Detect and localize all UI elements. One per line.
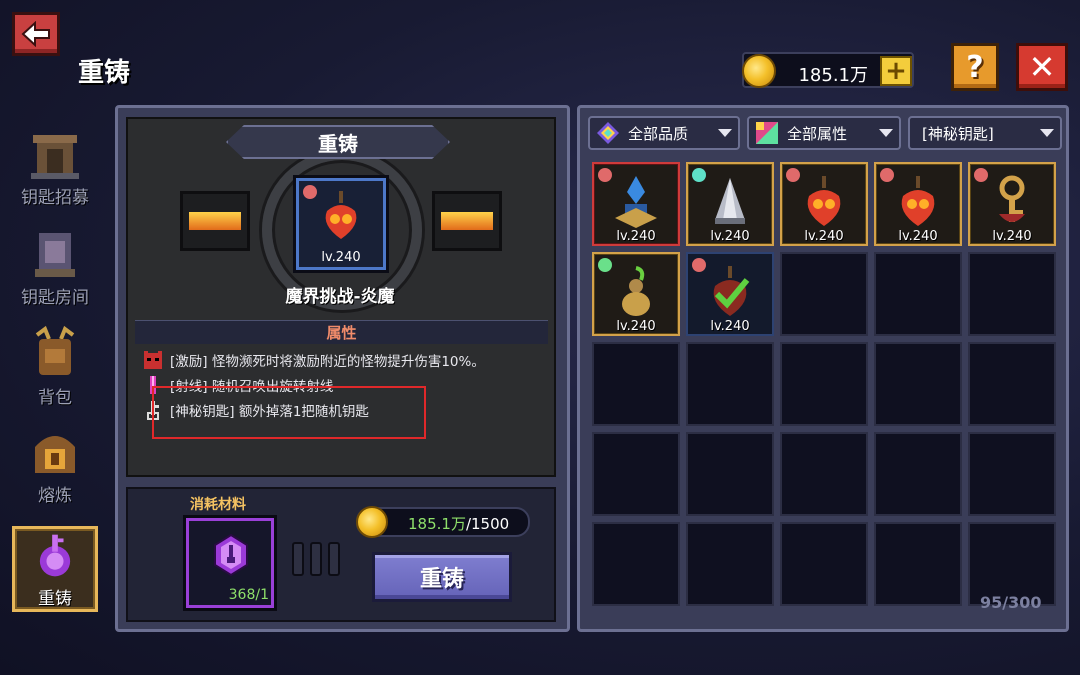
cost-value: 185.1万/1500 [408, 515, 510, 533]
help-button[interactable]: ? [951, 43, 999, 91]
sidebar-item-label: 钥匙招募 [21, 188, 89, 208]
empty-slot[interactable] [874, 432, 962, 516]
gold-amount: 185.1万 [798, 65, 868, 86]
empty-slot[interactable] [592, 522, 680, 606]
inventory-slot[interactable]: lv.240 [686, 252, 774, 336]
empty-slot[interactable] [968, 342, 1056, 426]
silver-spike-icon [715, 178, 745, 224]
element-badge-icon [880, 168, 894, 182]
element-badge-icon [303, 185, 317, 199]
reforge-item-slot[interactable]: lv.240 [296, 178, 386, 270]
sidebar-item-backpack[interactable]: 背包 [12, 318, 98, 408]
empty-slot[interactable] [780, 432, 868, 516]
inventory-slot[interactable]: lv.240 [686, 162, 774, 246]
fruit-check-icon [713, 266, 750, 316]
inventory-slot[interactable]: lv.240 [968, 162, 1056, 246]
shrine-icon [31, 135, 79, 179]
reforge-header: 重铸 [226, 125, 450, 159]
backpack-icon [35, 325, 75, 375]
machine-pipe-right [432, 191, 502, 251]
inventory-grid: lv.240 lv.240 lv.240 lv.240 lv.240 lv.24… [592, 162, 1058, 606]
sidebar-item-smelt[interactable]: 熔炼 [12, 416, 98, 506]
empty-slot[interactable] [874, 252, 962, 336]
machine-pipe-left [180, 191, 250, 251]
attributes-header: 属性 [135, 320, 548, 344]
inventory-capacity: 95/300 [980, 593, 1042, 612]
color-swatch-icon [756, 122, 778, 144]
demon-fruit-icon [325, 191, 357, 239]
element-badge-icon [974, 168, 988, 182]
cost-display: 185.1万/1500 [356, 506, 530, 538]
element-badge-icon [692, 168, 706, 182]
element-badge-icon [786, 168, 800, 182]
room-icon [35, 233, 75, 277]
empty-slot[interactable] [686, 342, 774, 426]
element-badge-icon [692, 258, 706, 272]
purple-key-gem-icon [214, 533, 248, 577]
empty-slot[interactable] [780, 342, 868, 426]
empty-slot[interactable] [686, 432, 774, 516]
empty-slot[interactable] [968, 432, 1056, 516]
chevron-down-icon [879, 129, 893, 137]
gold-coin-icon [356, 506, 388, 538]
close-button[interactable]: ✕ [1016, 43, 1068, 91]
inventory-slot[interactable]: lv.240 [780, 162, 868, 246]
demon-fruit-icon [807, 176, 841, 226]
empty-slot[interactable] [874, 522, 962, 606]
inventory-slot[interactable]: lv.240 [592, 252, 680, 336]
sidebar-item-label: 熔炼 [38, 486, 72, 506]
quality-filter-dropdown[interactable]: 全部品质 [588, 116, 740, 150]
inventory-slot[interactable]: lv.240 [592, 162, 680, 246]
empty-slot[interactable] [686, 522, 774, 606]
gold-display: 185.1万 + [742, 52, 914, 88]
empty-slot[interactable] [874, 342, 962, 426]
empty-slot[interactable] [968, 252, 1056, 336]
sidebar-item-key-room[interactable]: 钥匙房间 [12, 218, 98, 308]
empty-slot[interactable] [780, 252, 868, 336]
rainbow-gem-icon [597, 122, 619, 144]
element-badge-icon [598, 258, 612, 272]
green-gourd-icon [622, 266, 650, 316]
empty-slot[interactable] [592, 342, 680, 426]
reforge-item-name: 魔界挑战-炎魔 [285, 287, 395, 307]
crystal-warrior-icon [615, 176, 657, 228]
reforge-button[interactable]: 重铸 [372, 552, 512, 602]
attribute-line: [激励] 怪物濒死时将激励附近的怪物提升伤害10%。 [142, 348, 485, 372]
back-arrow-icon [21, 21, 50, 47]
demon-face-icon [144, 351, 162, 369]
attribute-filter-dropdown[interactable]: 全部属性 [747, 116, 901, 150]
demon-fruit-icon [901, 176, 935, 226]
sidebar-item-reforge[interactable]: 重铸 [12, 526, 98, 612]
page-title: 重铸 [78, 58, 131, 88]
sidebar-item-label: 钥匙房间 [21, 288, 89, 308]
consume-title: 消耗材料 [190, 497, 246, 513]
smelt-icon [35, 436, 75, 473]
back-button[interactable] [12, 12, 60, 56]
chevron-down-icon [718, 129, 732, 137]
progress-dividers [292, 542, 340, 576]
sidebar-item-label: 背包 [38, 388, 72, 408]
empty-slot[interactable] [592, 432, 680, 516]
highlight-box [152, 386, 426, 439]
sidebar-item-key-recruit[interactable]: 钥匙招募 [12, 118, 98, 208]
empty-slot[interactable] [780, 522, 868, 606]
gold-coin-icon [742, 54, 776, 88]
chevron-down-icon [1040, 129, 1054, 137]
golden-key-icon [999, 175, 1025, 222]
material-count: 368/1 [228, 587, 269, 603]
key-filter-dropdown[interactable]: [神秘钥匙] [908, 116, 1062, 150]
sidebar-item-label: 重铸 [38, 589, 72, 609]
material-slot[interactable]: 368/1 [186, 518, 274, 608]
reforge-item-level: lv.240 [321, 250, 361, 265]
reforge-key-icon [39, 534, 71, 577]
add-gold-button[interactable]: + [880, 56, 912, 86]
inventory-slot[interactable]: lv.240 [874, 162, 962, 246]
element-badge-icon [598, 168, 612, 182]
